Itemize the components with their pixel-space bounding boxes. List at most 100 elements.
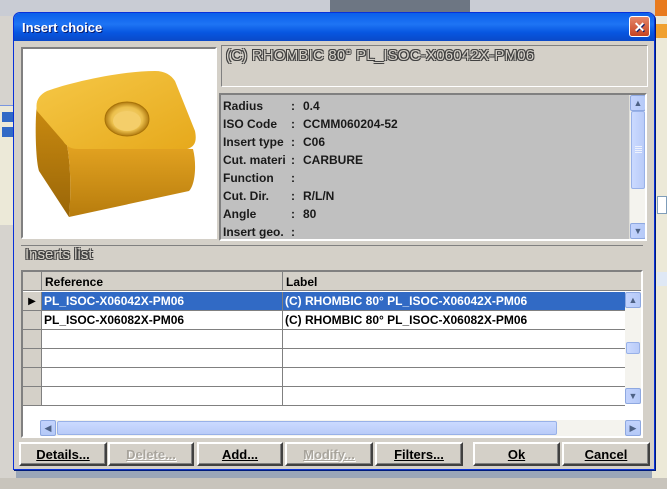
grid-scroll-down-button[interactable]: ▼ <box>625 388 641 404</box>
properties-list: Radius:0.4 ISO Code: CCMM060204-52 Insert t… <box>223 97 627 239</box>
table-row[interactable]: ▶ PL_ISOC-X06042X-PM06 (C) RHOMBIC 80° PL_… <box>23 292 625 311</box>
chevron-right-icon: ▶ <box>629 423 637 433</box>
grid-scroll-up-button[interactable]: ▲ <box>625 292 641 308</box>
table-row-empty <box>23 368 625 387</box>
property-value: CARBURE <box>303 153 363 167</box>
close-icon: ✕ <box>633 18 646 35</box>
property-row: Angle:80 <box>223 205 627 223</box>
row-indicator[interactable] <box>23 330 42 348</box>
ok-button[interactable]: Ok <box>473 442 560 466</box>
property-key: Function <box>223 171 274 185</box>
property-key: ISO Code <box>223 117 278 131</box>
row-indicator[interactable] <box>23 368 42 386</box>
grid-scroll-left-button[interactable]: ◀ <box>40 420 56 436</box>
property-separator: : <box>291 153 295 167</box>
close-button[interactable]: ✕ <box>629 16 650 37</box>
grid-scroll-thumb[interactable] <box>626 342 640 354</box>
cell-reference <box>42 387 283 405</box>
property-separator: : <box>291 135 295 149</box>
table-row[interactable]: PL_ISOC-X06082X-PM06 (C) RHOMBIC 80° PL_I… <box>23 311 625 330</box>
property-separator: : <box>291 189 295 203</box>
modify-button[interactable]: Modify... <box>285 442 373 466</box>
grid-horizontal-scrollbar[interactable]: ◀ ▶ <box>40 420 641 436</box>
rhombic-insert-3d-icon <box>35 71 196 217</box>
property-separator: : <box>291 207 295 221</box>
dialog-titlebar[interactable]: Insert choice ✕ <box>14 13 654 41</box>
row-indicator[interactable]: ▶ <box>23 292 42 310</box>
dialog-body: (C) RHOMBIC 80° PL_ISOC-X06042X-PM06 Rad… <box>17 41 651 466</box>
delete-button[interactable]: Delete... <box>108 442 194 466</box>
scroll-down-button[interactable]: ▼ <box>630 223 645 239</box>
scroll-thumb[interactable] <box>631 111 645 189</box>
column-header-reference[interactable]: Reference <box>42 272 283 291</box>
chevron-down-icon: ▼ <box>633 226 643 236</box>
row-indicator[interactable] <box>23 349 42 367</box>
cell-label <box>283 349 625 367</box>
property-key: Insert type <box>223 135 284 149</box>
background-right-icon <box>655 0 667 16</box>
dialog-button-row: Details... Delete... Add... Modify... Fi… <box>17 442 653 468</box>
chevron-down-icon: ▼ <box>628 391 638 401</box>
property-value: C06 <box>303 135 326 149</box>
background-right-icon-2 <box>656 24 667 38</box>
table-row-empty <box>23 330 625 349</box>
cell-reference <box>42 330 283 348</box>
property-row: Function: <box>223 169 627 187</box>
cancel-button[interactable]: Cancel <box>562 442 650 466</box>
inserts-grid: Reference Label ▶ PL_ISOC-X06042X-PM06 (C)… <box>21 270 643 438</box>
insert-title-field: (C) RHOMBIC 80° PL_ISOC-X06042X-PM06 <box>221 45 648 87</box>
grid-rows: ▶ PL_ISOC-X06042X-PM06 (C) RHOMBIC 80° PL_… <box>23 292 625 406</box>
property-key: Angle <box>223 207 257 221</box>
cell-label <box>283 387 625 405</box>
dialog-title: Insert choice <box>22 19 103 35</box>
property-separator: : <box>291 117 295 131</box>
background-status-bar <box>0 478 667 489</box>
property-value: R/L/N <box>303 189 335 203</box>
add-button[interactable]: Add... <box>197 442 283 466</box>
cell-label <box>283 330 625 348</box>
row-indicator[interactable] <box>23 311 42 329</box>
background-right-field <box>657 196 667 214</box>
property-row: Insert geo.: <box>223 223 627 239</box>
property-row: Cut. materi: CARBURE <box>223 151 627 169</box>
property-separator: : <box>291 171 295 185</box>
property-row: Radius:0.4 <box>223 97 627 115</box>
background-right-selection <box>657 272 667 286</box>
cell-reference[interactable]: PL_ISOC-X06042X-PM06 <box>42 292 283 310</box>
property-row: Insert type: C06 <box>223 133 627 151</box>
cell-reference[interactable]: PL_ISOC-X06082X-PM06 <box>42 311 283 329</box>
chevron-up-icon: ▲ <box>628 295 638 305</box>
grid-scroll-right-button[interactable]: ▶ <box>625 420 641 436</box>
property-key: Insert geo. <box>223 225 284 239</box>
insert-choice-dialog: Insert choice ✕ (C) RHOMBIC 80° PL_ISOC-… <box>13 12 655 470</box>
table-row-empty <box>23 349 625 368</box>
properties-scrollbar[interactable]: ▲ ▼ <box>629 95 645 239</box>
grid-hscroll-thumb[interactable] <box>57 421 557 435</box>
property-key: Radius <box>223 99 264 113</box>
details-button[interactable]: Details... <box>19 442 107 466</box>
property-value: CCMM060204-52 <box>303 117 398 131</box>
property-key: Cut. materi <box>223 153 286 167</box>
property-key: Cut. Dir. <box>223 189 270 203</box>
background-app-image <box>330 0 470 12</box>
property-value: 80 <box>303 207 317 221</box>
grid-header: Reference Label <box>23 272 641 291</box>
insert-properties-panel: Radius:0.4 ISO Code: CCMM060204-52 Insert t… <box>219 93 647 241</box>
inserts-list-title: Inserts list <box>21 245 643 265</box>
property-row: ISO Code: CCMM060204-52 <box>223 115 627 133</box>
column-header-label[interactable]: Label <box>283 272 641 291</box>
property-separator: : <box>291 99 295 113</box>
cell-label[interactable]: (C) RHOMBIC 80° PL_ISOC-X06082X-PM06 <box>283 311 625 329</box>
scroll-up-button[interactable]: ▲ <box>630 95 645 111</box>
grid-vertical-scrollbar[interactable]: ▲ ▼ <box>625 292 641 404</box>
cell-reference <box>42 368 283 386</box>
insert-preview-panel <box>21 47 217 239</box>
cell-label <box>283 368 625 386</box>
property-value: 0.4 <box>303 99 320 113</box>
property-row: Cut. Dir.: R/L/N <box>223 187 627 205</box>
filters-button[interactable]: Filters... <box>375 442 463 466</box>
property-separator: : <box>291 225 295 239</box>
cell-label[interactable]: (C) RHOMBIC 80° PL_ISOC-X06042X-PM06 <box>283 292 625 310</box>
chevron-up-icon: ▲ <box>633 98 643 108</box>
row-indicator[interactable] <box>23 387 42 405</box>
